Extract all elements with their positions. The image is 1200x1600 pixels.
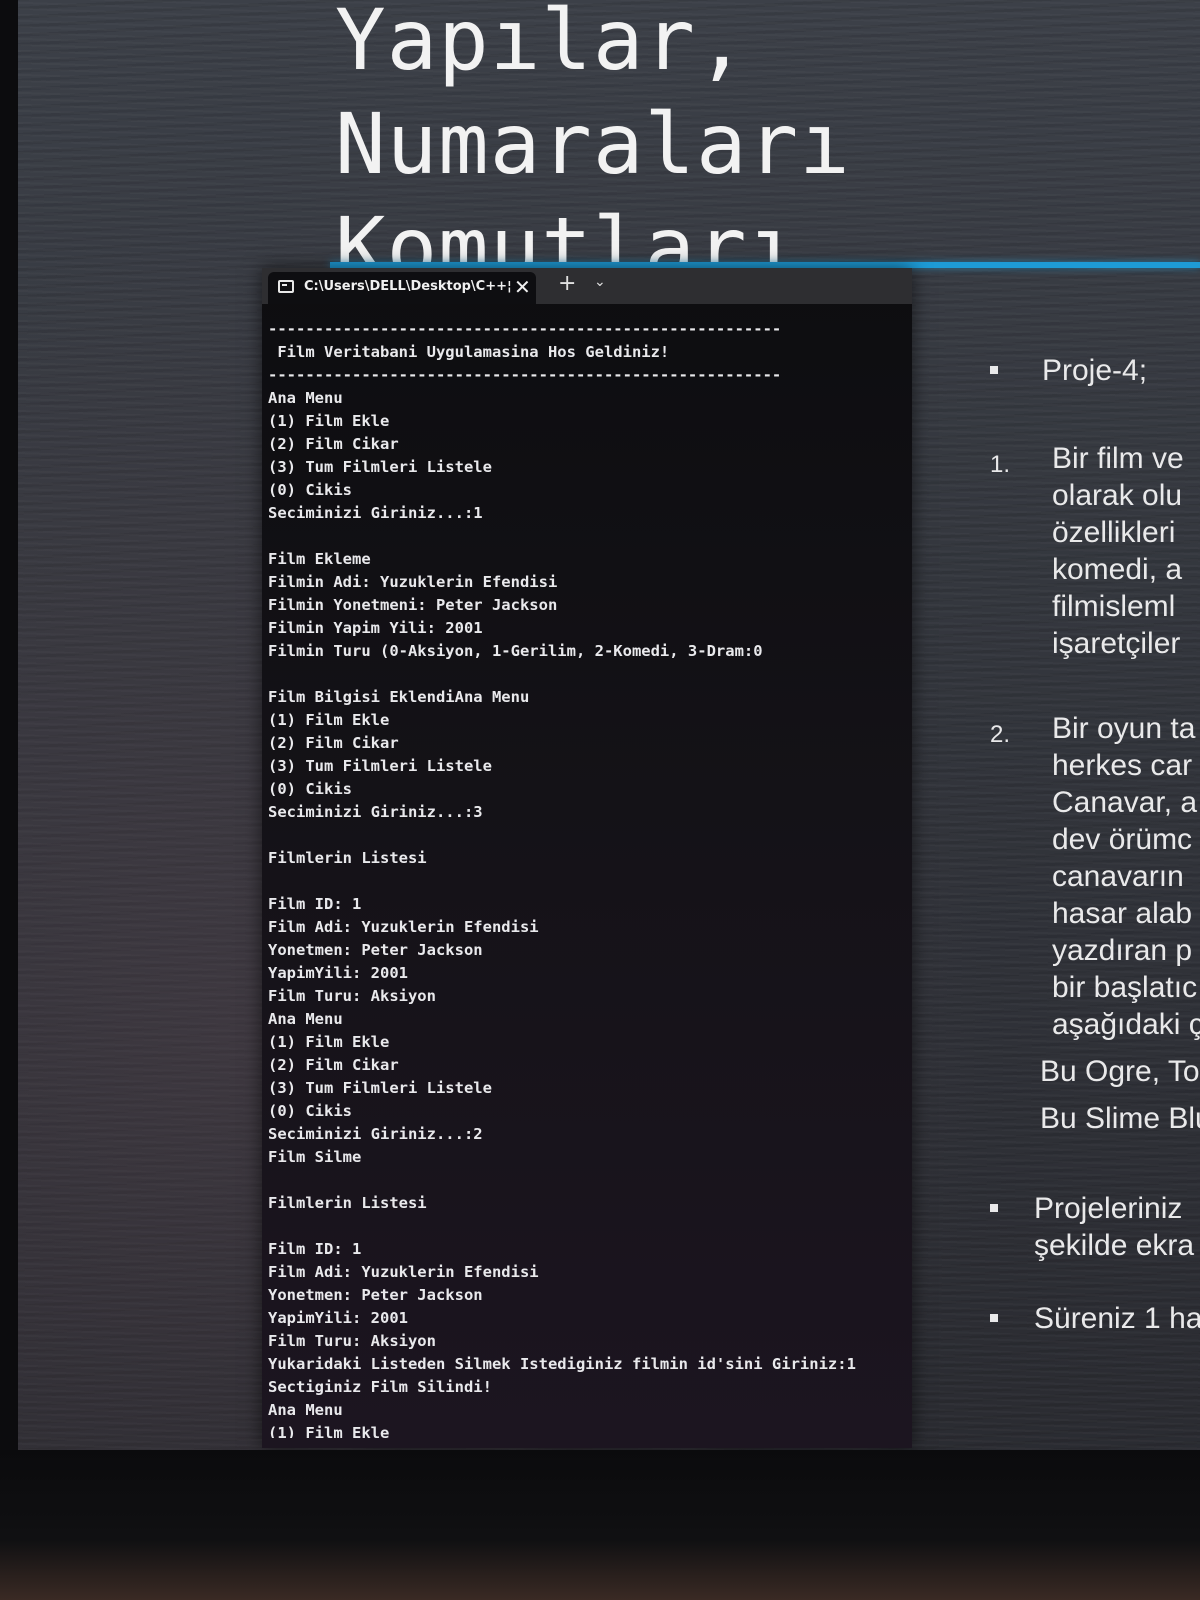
tab-title: C:\Users\DELL\Desktop\C++¦ xyxy=(304,279,512,294)
bullet-projeler-line: Projeleriniz xyxy=(1034,1192,1183,1225)
chevron-down-icon[interactable]: ⌄ xyxy=(594,274,606,290)
slide-body-text: Proje-4; 1. Bir film ve olarak olu özell… xyxy=(990,340,1200,1340)
bullet-proje-text: Proje-4; xyxy=(1042,354,1148,387)
terminal-tab[interactable]: C:\Users\DELL\Desktop\C++¦ ✕ xyxy=(268,272,536,304)
monitor-bezel-left xyxy=(0,0,18,1480)
item-1-number: 1. xyxy=(990,451,1011,478)
monitor-bezel-bottom xyxy=(0,1450,1200,1600)
item-1-line: özellikleri xyxy=(1052,516,1176,549)
bullet-icon xyxy=(990,1314,998,1322)
terminal-icon xyxy=(278,280,294,293)
example-line: Bu Ogre, Tor xyxy=(1040,1055,1200,1088)
item-2-line: Canavar, a xyxy=(1052,786,1198,819)
item-2-line: bir başlatıc xyxy=(1052,971,1198,1004)
bullet-projeler-line: şekilde ekra xyxy=(1034,1229,1195,1262)
item-2-line: dev örümc xyxy=(1052,823,1193,856)
item-2-number: 2. xyxy=(990,721,1011,748)
item-1-line: Bir film ve xyxy=(1052,442,1184,475)
item-2-line: canavarın xyxy=(1052,860,1184,893)
close-icon[interactable]: ✕ xyxy=(514,275,531,299)
terminal-tab-bar: C:\Users\DELL\Desktop\C++¦ ✕ + ⌄ xyxy=(262,268,912,304)
new-tab-button[interactable]: + xyxy=(558,271,576,296)
bullet-icon xyxy=(990,366,998,374)
bullet-icon xyxy=(990,1204,998,1212)
item-1-line: komedi, a xyxy=(1052,553,1183,586)
item-2-line: Bir oyun ta xyxy=(1052,712,1196,745)
item-2-line: hasar alab xyxy=(1052,897,1193,930)
item-2-line: herkes car xyxy=(1052,749,1193,782)
console-output[interactable]: ----------------------------------------… xyxy=(268,318,908,1438)
bullet-sure-text: Süreniz 1 ha xyxy=(1034,1302,1200,1335)
example-line: Bu Slime Blu xyxy=(1040,1102,1200,1135)
item-1-line: işaretçiler xyxy=(1052,627,1181,660)
item-1-line: filmisleml xyxy=(1052,590,1176,623)
terminal-window[interactable]: C:\Users\DELL\Desktop\C++¦ ✕ + ⌄ -------… xyxy=(262,268,912,1448)
item-1-line: olarak olu xyxy=(1052,479,1183,512)
item-2-line: aşağıdaki ç xyxy=(1052,1008,1200,1041)
slide-title: Yapılar, Numaraları Komutları xyxy=(335,0,851,297)
item-2-line: yazdıran p xyxy=(1052,934,1193,967)
